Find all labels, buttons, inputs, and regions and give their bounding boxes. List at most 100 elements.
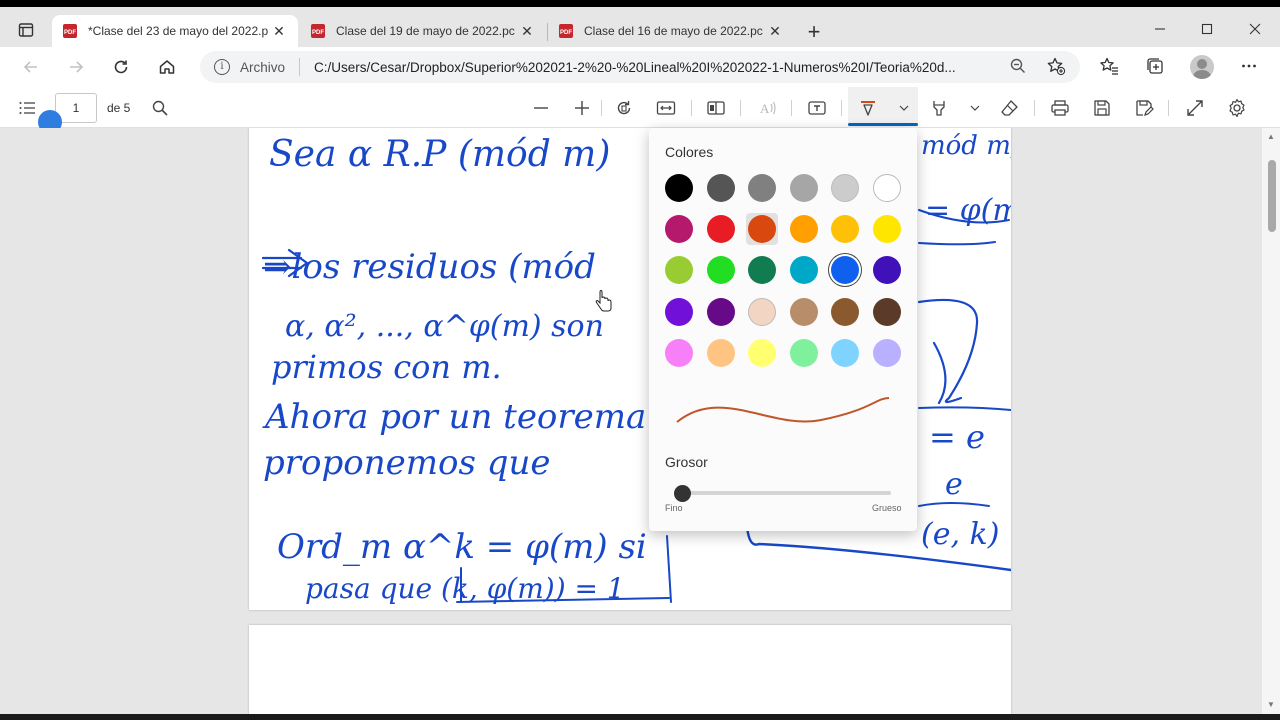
back-arrow-icon	[23, 61, 37, 73]
vertical-scrollbar[interactable]: ▲ ▼	[1262, 128, 1280, 714]
color-swatch[interactable]	[789, 338, 818, 367]
url-text[interactable]: C:/Users/Cesar/Dropbox/Superior%202021-2…	[314, 60, 994, 75]
color-swatch[interactable]	[748, 338, 777, 367]
color-swatch[interactable]	[748, 174, 777, 202]
pdf-page-2[interactable]	[249, 625, 1011, 714]
color-swatch[interactable]	[706, 297, 735, 326]
save-button[interactable]	[1090, 96, 1114, 120]
color-swatch[interactable]	[748, 297, 777, 326]
zoom-out-button[interactable]	[529, 96, 553, 120]
color-swatch[interactable]	[789, 297, 818, 326]
tab-title: *Clase del 23 de mayo del 2022.p	[88, 24, 269, 38]
save-as-button[interactable]	[1132, 96, 1156, 120]
minimize-button[interactable]	[1137, 15, 1183, 43]
color-swatch[interactable]	[873, 338, 901, 367]
color-swatch[interactable]	[789, 215, 818, 244]
highlight-button[interactable]	[927, 96, 951, 120]
forward-button[interactable]	[61, 53, 91, 81]
refresh-button[interactable]	[106, 53, 136, 81]
color-swatch[interactable]	[831, 297, 860, 326]
page-view-button[interactable]	[704, 96, 728, 120]
draw-options-dropdown[interactable]	[892, 96, 916, 120]
fit-to-width-button[interactable]	[654, 96, 678, 120]
color-swatch[interactable]	[665, 297, 693, 326]
color-swatch[interactable]	[665, 338, 693, 367]
pdf-settings-button[interactable]	[1225, 96, 1249, 120]
zoom-in-button[interactable]	[570, 96, 594, 120]
back-button[interactable]	[16, 53, 46, 81]
maximize-button[interactable]	[1184, 15, 1230, 43]
pdf-toolbar: 1 de 5 A	[0, 87, 1280, 128]
print-button[interactable]	[1048, 96, 1072, 120]
color-swatch[interactable]	[873, 297, 901, 326]
highlight-options-dropdown[interactable]	[963, 96, 987, 120]
thick-label: Grueso	[872, 503, 902, 513]
color-swatch[interactable]	[789, 256, 818, 285]
color-swatch[interactable]	[706, 174, 735, 202]
text-box-icon	[808, 101, 826, 115]
add-text-button[interactable]	[805, 96, 829, 120]
scheme-label: Archivo	[240, 59, 286, 75]
page-view-icon	[707, 101, 725, 115]
fullscreen-button[interactable]	[1183, 96, 1207, 120]
handwriting-right-line: = e	[929, 418, 985, 456]
color-swatch[interactable]	[831, 256, 860, 285]
add-favorite-button[interactable]	[1045, 55, 1067, 77]
erase-button[interactable]	[998, 96, 1022, 120]
color-swatch[interactable]	[665, 215, 693, 244]
color-swatch[interactable]	[789, 174, 818, 202]
collections-button[interactable]	[1144, 55, 1166, 77]
find-button[interactable]	[148, 96, 172, 120]
toolbar-separator	[841, 100, 842, 116]
new-tab-button[interactable]: +	[802, 21, 826, 45]
rotate-button[interactable]	[612, 96, 636, 120]
color-swatch[interactable]	[831, 338, 860, 367]
tab-close-icon[interactable]: ✕	[270, 23, 288, 40]
toolbar-separator	[1034, 100, 1035, 116]
maximize-icon	[1201, 23, 1213, 35]
color-swatch[interactable]	[706, 256, 735, 285]
fit-width-icon	[656, 101, 676, 115]
svg-text:PDF: PDF	[560, 30, 572, 36]
favorites-button[interactable]	[1098, 55, 1120, 77]
zoom-out-indicator[interactable]	[1007, 55, 1029, 77]
color-swatch[interactable]	[831, 174, 860, 202]
color-swatch[interactable]	[873, 256, 901, 285]
color-swatch[interactable]	[665, 256, 693, 285]
read-aloud-button[interactable]: A	[755, 96, 779, 120]
color-swatch[interactable]	[873, 174, 901, 202]
printer-icon	[1051, 100, 1069, 116]
eraser-icon	[1001, 100, 1018, 116]
color-swatch[interactable]	[748, 256, 777, 285]
site-info-icon[interactable]: i	[214, 59, 230, 75]
address-field[interactable]: i Archivo C:/Users/Cesar/Dropbox/Superio…	[200, 51, 1080, 83]
tab-close-icon[interactable]: ✕	[518, 23, 536, 40]
thickness-slider-thumb[interactable]	[674, 485, 691, 502]
settings-more-button[interactable]	[1238, 55, 1260, 77]
scroll-down-arrow-icon[interactable]: ▼	[1266, 700, 1276, 710]
scrollbar-thumb[interactable]	[1268, 160, 1276, 232]
tab-actions-button[interactable]	[10, 17, 42, 43]
tab-clase-16-mayo[interactable]: PDF Clase del 16 de mayo de 2022.pc ✕	[548, 15, 794, 47]
handwriting-line: α, α², ..., α^φ(m) son	[285, 309, 604, 344]
handwriting-line: primos con m.	[271, 348, 502, 386]
draw-button[interactable]	[856, 96, 880, 120]
color-swatch[interactable]	[706, 338, 735, 367]
color-swatch[interactable]	[665, 174, 693, 202]
tab-close-icon[interactable]: ✕	[766, 23, 784, 40]
expand-icon	[1187, 100, 1203, 116]
home-button[interactable]	[152, 53, 182, 81]
color-swatch[interactable]	[873, 215, 901, 244]
profile-avatar[interactable]	[1190, 55, 1214, 79]
handwriting-line: Ahora por un teorema	[262, 397, 646, 437]
tab-clase-23-mayo[interactable]: PDF *Clase del 23 de mayo del 2022.p ✕	[52, 15, 298, 47]
tab-clase-19-mayo[interactable]: PDF Clase del 19 de mayo de 2022.pc ✕	[300, 15, 546, 47]
close-window-button[interactable]	[1232, 15, 1278, 43]
color-swatch[interactable]	[831, 215, 860, 244]
scroll-up-arrow-icon[interactable]: ▲	[1266, 132, 1276, 142]
table-of-contents-button[interactable]	[15, 96, 39, 120]
thickness-slider-track[interactable]	[681, 491, 891, 495]
color-swatch[interactable]	[706, 215, 735, 244]
pdf-viewer: Sea α R.P (mód m) ⇒los residuos (mód α, …	[0, 128, 1280, 714]
handwriting-line: Ord_m α^k = φ(m) si	[277, 527, 647, 567]
